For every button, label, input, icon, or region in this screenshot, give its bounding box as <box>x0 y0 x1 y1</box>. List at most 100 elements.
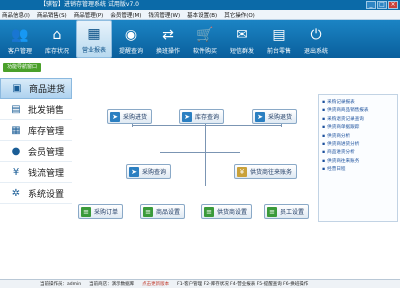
toolbar-reminder-query[interactable]: ◉ 提醒查询 <box>113 20 149 58</box>
toolbar-shift-change[interactable]: ⇄ 换班操作 <box>150 20 186 58</box>
menu-member-management[interactable]: 会员管理(M) <box>110 11 141 19</box>
report-link[interactable]: 供货商进货分析 <box>322 141 394 149</box>
toolbar-software-purchase[interactable]: 🛒 软件购买 <box>187 20 223 58</box>
menu-bar: 商品信息(I) 商品销售(S) 商品管理(P) 会员管理(M) 钱流管理(W) … <box>0 10 400 20</box>
swap-icon: ⇄ <box>162 27 174 43</box>
connector <box>205 126 206 186</box>
home-icon: ⌂ <box>52 27 62 43</box>
staff-settings-icon: ≡ <box>267 206 277 217</box>
menu-cashflow[interactable]: 钱流管理(W) <box>148 11 180 19</box>
sidebar-item-label: 钱流管理 <box>28 168 65 179</box>
flow-staff-settings[interactable]: ≡ 员工设置 <box>264 204 310 219</box>
flow-label: 采购退货 <box>268 114 293 121</box>
flow-label: 员工设置 <box>280 209 305 216</box>
maximize-button[interactable]: □ <box>377 1 387 9</box>
sidebar-item-settings[interactable]: ✲ 系统设置 <box>0 183 72 204</box>
flow-purchase-query[interactable]: ➤ 采购查询 <box>126 164 172 179</box>
report-link[interactable]: 供货商往来账务 <box>322 158 394 166</box>
sidebar-item-label: 商品进货 <box>29 85 66 95</box>
flow-label: 采购查询 <box>142 169 167 176</box>
nav-window-tag[interactable]: 功能导航窗口 <box>3 63 42 72</box>
toolbar-label: 短信群发 <box>229 48 254 55</box>
window-titlebar: 【骐智】进销存管理系统 试用版v7.0 _ □ × <box>0 0 400 10</box>
purchase-query-icon: ➤ <box>129 166 139 177</box>
minimize-button[interactable]: _ <box>366 1 376 9</box>
status-shop: 当前商店：演示数据库 <box>89 282 135 287</box>
toolbar-label: 换班操作 <box>155 48 180 55</box>
flow-purchase-in[interactable]: ➤ 采购进货 <box>107 109 153 124</box>
flow-label: 供货商设置 <box>217 209 248 216</box>
flow-supplier-account[interactable]: ¥ 供货商往来账务 <box>234 164 298 179</box>
menu-product-info[interactable]: 商品信息(I) <box>2 11 30 19</box>
toolbar-front-retail[interactable]: ▤ 前台零售 <box>261 20 297 58</box>
sidebar-item-label: 库存管理 <box>28 126 65 137</box>
flow-supplier-settings[interactable]: ≡ 供货商设置 <box>201 204 253 219</box>
toolbar-exit-system[interactable]: ⏻ 退出系统 <box>298 20 334 58</box>
sidebar-item-cashflow[interactable]: ¥ 钱流管理 <box>0 162 72 183</box>
grid-icon: ▦ <box>11 124 21 136</box>
close-button[interactable]: × <box>388 1 398 9</box>
sidebar-item-stock[interactable]: ▦ 库存管理 <box>0 120 72 141</box>
sidebar: ▣ 商品进货 ▤ 批发销售 ▦ 库存管理 ● 会员管理 ¥ 钱流管理 ✲ 系统设… <box>0 78 72 278</box>
register-icon: ▤ <box>272 27 286 43</box>
report-links-panel: 采购记录报表 供货商商品销售报表 采购退货记录查询 供货商单据跟踪 供货商分析 … <box>318 94 398 222</box>
menu-basic-settings[interactable]: 基本设置(B) <box>187 11 217 19</box>
yen-icon: ¥ <box>12 166 20 178</box>
sidebar-item-member[interactable]: ● 会员管理 <box>0 141 72 162</box>
toolbar-sms-broadcast[interactable]: ✉ 短信群发 <box>224 20 260 58</box>
supplier-account-icon: ¥ <box>237 166 247 177</box>
flow-label: 库存查询 <box>195 114 220 121</box>
person-icon: ● <box>11 145 21 157</box>
menu-product-management[interactable]: 商品管理(P) <box>74 11 104 19</box>
supplier-settings-icon: ≡ <box>204 206 214 217</box>
sidebar-item-purchase[interactable]: ▣ 商品进货 <box>0 78 72 99</box>
connector <box>160 152 240 153</box>
toolbar-label: 提醒查询 <box>118 48 143 55</box>
flow-stock-query[interactable]: ➤ 库存查询 <box>179 109 225 124</box>
flow-product-settings[interactable]: ≡ 商品设置 <box>140 204 186 219</box>
report-link[interactable]: 供货商商品销售报表 <box>322 107 394 115</box>
status-shortcuts: F1-客户管理 F2-库存状况 F4-营业报表 F5-提醒查询 F6-换班操作 <box>177 282 309 287</box>
flow-purchase-return[interactable]: ➤ 采购退货 <box>252 109 298 124</box>
user-icon: 👥 <box>11 27 29 43</box>
status-operator: 当前操作员：admin <box>40 282 82 287</box>
stock-query-icon: ➤ <box>182 111 192 122</box>
cart-icon: 🛒 <box>196 27 214 43</box>
doc-icon: ▤ <box>11 103 21 115</box>
report-link[interactable]: 经营日程 <box>322 166 394 174</box>
mail-icon: ✉ <box>236 27 248 43</box>
box-icon: ▣ <box>12 83 22 94</box>
flow-label: 商品设置 <box>156 209 181 216</box>
report-link[interactable]: 采购退货记录查询 <box>322 116 394 124</box>
report-link[interactable]: 商品进货分析 <box>322 149 394 157</box>
report-link[interactable]: 供货商分析 <box>322 133 394 141</box>
connector <box>132 125 282 126</box>
flow-diagram: ➤ 采购进货 ➤ 库存查询 ➤ 采购退货 ➤ 采购查询 ¥ 供货商往来账务 ≡ … <box>74 78 314 228</box>
sidebar-item-label: 系统设置 <box>28 189 65 200</box>
flow-label: 采购订单 <box>94 209 119 216</box>
flow-label: 采购进货 <box>123 114 148 121</box>
menu-other[interactable]: 其它操作(O) <box>224 11 255 19</box>
toolbar-label: 软件购买 <box>192 48 217 55</box>
toolbar-stock-status[interactable]: ⌂ 库存状况 <box>39 20 75 58</box>
purchase-in-icon: ➤ <box>110 111 120 122</box>
toolbar-label: 营业报表 <box>81 47 106 54</box>
sidebar-item-wholesale[interactable]: ▤ 批发销售 <box>0 99 72 120</box>
sidebar-item-label: 会员管理 <box>28 147 65 158</box>
purchase-return-icon: ➤ <box>255 111 265 122</box>
connector <box>281 124 282 127</box>
toolbar-business-report[interactable]: ▦ 营业报表 <box>76 20 112 58</box>
exit-icon: ⏻ <box>310 27 322 43</box>
menu-product-sales[interactable]: 商品销售(S) <box>37 11 67 19</box>
report-link[interactable]: 采购记录报表 <box>322 99 394 107</box>
calendar-icon: ▦ <box>87 26 101 42</box>
connector <box>132 124 133 127</box>
flow-purchase-order[interactable]: ≡ 采购订单 <box>78 204 124 219</box>
main-toolbar: 👥 客户管理 ⌂ 库存状况 ▦ 营业报表 ◉ 提醒查询 ⇄ 换班操作 🛒 软件购… <box>0 20 400 58</box>
report-link[interactable]: 供货商单据跟踪 <box>322 124 394 132</box>
status-bar: 当前操作员：admin 当前商店：演示数据库 点击更新版本 F1-客户管理 F2… <box>0 279 400 288</box>
update-version-link[interactable]: 点击更新版本 <box>142 281 169 287</box>
flow-label: 供货商往来账务 <box>250 169 293 176</box>
purchase-order-icon: ≡ <box>81 206 91 217</box>
toolbar-customer-management[interactable]: 👥 客户管理 <box>2 20 38 58</box>
